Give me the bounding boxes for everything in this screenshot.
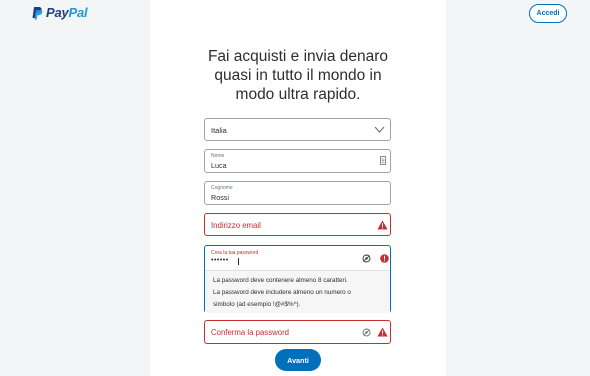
- headline-line-1: Fai acquisti e invia denaro: [207, 48, 389, 65]
- confirm-password-field[interactable]: Conferma la password: [204, 320, 391, 344]
- next-button[interactable]: Avanti: [275, 349, 321, 371]
- country-select[interactable]: Italia: [204, 118, 391, 141]
- paypal-logo[interactable]: PayPal: [31, 5, 88, 20]
- password-requirement-2: La password deve includere almeno un num…: [213, 289, 351, 296]
- confirm-password-placeholder: Conferma la password: [211, 328, 290, 337]
- password-field[interactable]: Crea la tua password •••••• La password …: [204, 245, 391, 313]
- email-field[interactable]: Indirizzo email: [204, 213, 391, 236]
- password-requirement-1: La password deve contenere almeno 8 cara…: [213, 277, 348, 284]
- last-name-value: Rossi: [211, 193, 229, 202]
- headline-line-3: modo ultra rapido.: [235, 86, 361, 103]
- show-password-icon[interactable]: [362, 328, 371, 337]
- password-requirements: La password deve contenere almeno 8 cara…: [205, 270, 390, 313]
- contact-card-icon: [380, 156, 386, 165]
- first-name-label: Nome: [211, 153, 225, 159]
- password-requirement-3: simbolo (ad esempio !@#$%^).: [213, 301, 301, 308]
- show-password-icon[interactable]: [362, 254, 371, 263]
- info-icon[interactable]: [380, 254, 389, 263]
- warning-icon: [377, 220, 388, 230]
- brand-pal: Pal: [68, 5, 88, 20]
- headline-line-2: quasi in tutto il mondo in: [214, 67, 382, 84]
- text-cursor: [238, 258, 239, 265]
- paypal-wordmark: PayPal: [46, 5, 88, 20]
- chevron-down-icon: [374, 126, 385, 133]
- country-value: Italia: [211, 126, 227, 135]
- brand-pay: Pay: [46, 5, 69, 20]
- first-name-value: Luca: [211, 161, 227, 170]
- signup-panel: Fai acquisti e invia denaro quasi in tut…: [150, 0, 446, 376]
- login-button[interactable]: Accedi: [529, 4, 567, 23]
- paypal-mark-icon: [32, 6, 43, 19]
- first-name-field[interactable]: Nome Luca: [204, 149, 391, 173]
- email-placeholder: Indirizzo email: [211, 221, 261, 230]
- password-value: ••••••: [211, 257, 229, 264]
- warning-icon: [377, 327, 388, 337]
- signup-headline: Fai acquisti e invia denaro quasi in tut…: [150, 47, 446, 104]
- last-name-label: Cognome: [211, 185, 233, 191]
- password-label: Crea la tua password: [211, 250, 259, 256]
- last-name-field[interactable]: Cognome Rossi: [204, 181, 391, 205]
